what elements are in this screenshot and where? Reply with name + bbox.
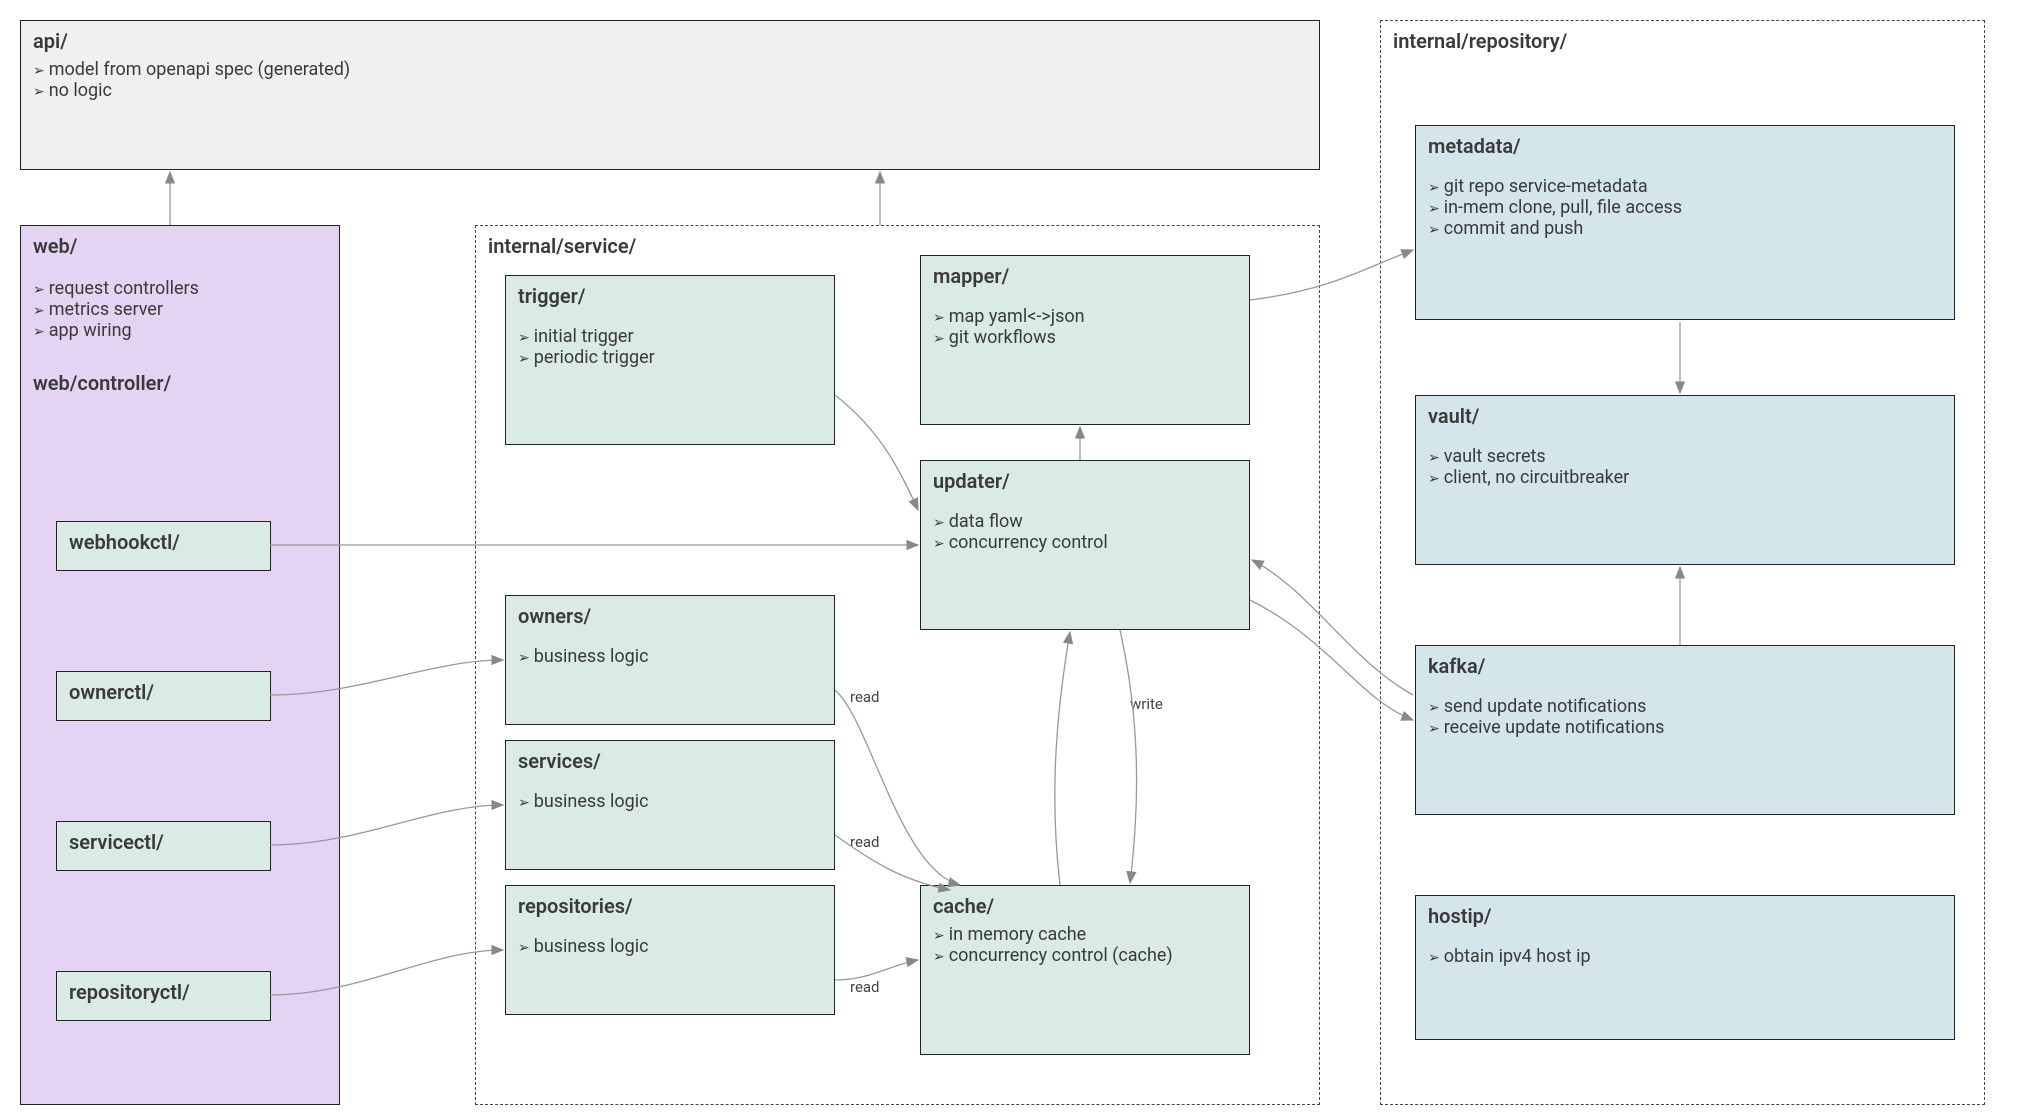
updater-items: data flow concurrency control [933,511,1237,553]
edge-label-read: read [850,978,880,996]
hostip-title: hostip/ [1428,904,1942,928]
repositories-item: business logic [518,936,822,957]
cache-title: cache/ [933,894,1237,918]
updater-item: concurrency control [933,532,1237,553]
metadata-item: in-mem clone, pull, file access [1428,197,1942,218]
updater-item: data flow [933,511,1237,532]
edge-label-read: read [850,688,880,706]
updater-title: updater/ [933,469,1237,493]
mapper-items: map yaml<->json git workflows [933,306,1237,348]
owners-item: business logic [518,646,822,667]
hostip-item: obtain ipv4 host ip [1428,946,1942,967]
trigger-item: periodic trigger [518,347,822,368]
edge-label-read: read [850,833,880,851]
web-item: metrics server [33,299,327,320]
hostip-items: obtain ipv4 host ip [1428,946,1942,967]
metadata-box: metadata/ git repo service-metadata in-m… [1415,125,1955,320]
cache-item: in memory cache [933,924,1237,945]
cache-item: concurrency control (cache) [933,945,1237,966]
edge-label-write: write [1130,695,1163,713]
api-item: no logic [33,80,1307,101]
repositories-items: business logic [518,936,822,957]
mapper-title: mapper/ [933,264,1237,288]
web-box: web/ request controllers metrics server … [20,225,340,1105]
webhookctl-title: webhookctl/ [69,530,258,554]
api-item: model from openapi spec (generated) [33,59,1307,80]
webhookctl-box: webhookctl/ [56,521,271,571]
services-item: business logic [518,791,822,812]
vault-item: vault secrets [1428,446,1942,467]
owners-title: owners/ [518,604,822,628]
vault-title: vault/ [1428,404,1942,428]
mapper-item: git workflows [933,327,1237,348]
trigger-title: trigger/ [518,284,822,308]
repositoryctl-box: repositoryctl/ [56,971,271,1021]
owners-box: owners/ business logic [505,595,835,725]
vault-items: vault secrets client, no circuitbreaker [1428,446,1942,488]
api-box: api/ model from openapi spec (generated)… [20,20,1320,170]
servicectl-title: servicectl/ [69,830,258,854]
api-items: model from openapi spec (generated) no l… [33,59,1307,101]
metadata-items: git repo service-metadata in-mem clone, … [1428,176,1942,239]
trigger-box: trigger/ initial trigger periodic trigge… [505,275,835,445]
web-item: request controllers [33,278,327,299]
metadata-item: commit and push [1428,218,1942,239]
web-item: app wiring [33,320,327,341]
services-title: services/ [518,749,822,773]
vault-item: client, no circuitbreaker [1428,467,1942,488]
metadata-title: metadata/ [1428,134,1942,158]
vault-box: vault/ vault secrets client, no circuitb… [1415,395,1955,565]
trigger-item: initial trigger [518,326,822,347]
services-items: business logic [518,791,822,812]
kafka-item: send update notifications [1428,696,1942,717]
cache-items: in memory cache concurrency control (cac… [933,924,1237,966]
metadata-item: git repo service-metadata [1428,176,1942,197]
services-box: services/ business logic [505,740,835,870]
kafka-title: kafka/ [1428,654,1942,678]
mapper-item: map yaml<->json [933,306,1237,327]
cache-box: cache/ in memory cache concurrency contr… [920,885,1250,1055]
api-title: api/ [33,29,1307,53]
updater-box: updater/ data flow concurrency control [920,460,1250,630]
trigger-items: initial trigger periodic trigger [518,326,822,368]
hostip-box: hostip/ obtain ipv4 host ip [1415,895,1955,1040]
servicectl-box: servicectl/ [56,821,271,871]
web-title: web/ [33,234,327,258]
repositories-title: repositories/ [518,894,822,918]
internal-repository-title: internal/repository/ [1393,29,1972,53]
ownerctl-box: ownerctl/ [56,671,271,721]
kafka-item: receive update notifications [1428,717,1942,738]
web-items: request controllers metrics server app w… [33,278,327,341]
ownerctl-title: ownerctl/ [69,680,258,704]
web-controller-title: web/controller/ [33,371,327,395]
repositoryctl-title: repositoryctl/ [69,980,258,1004]
kafka-box: kafka/ send update notifications receive… [1415,645,1955,815]
mapper-box: mapper/ map yaml<->json git workflows [920,255,1250,425]
owners-items: business logic [518,646,822,667]
repositories-box: repositories/ business logic [505,885,835,1015]
kafka-items: send update notifications receive update… [1428,696,1942,738]
